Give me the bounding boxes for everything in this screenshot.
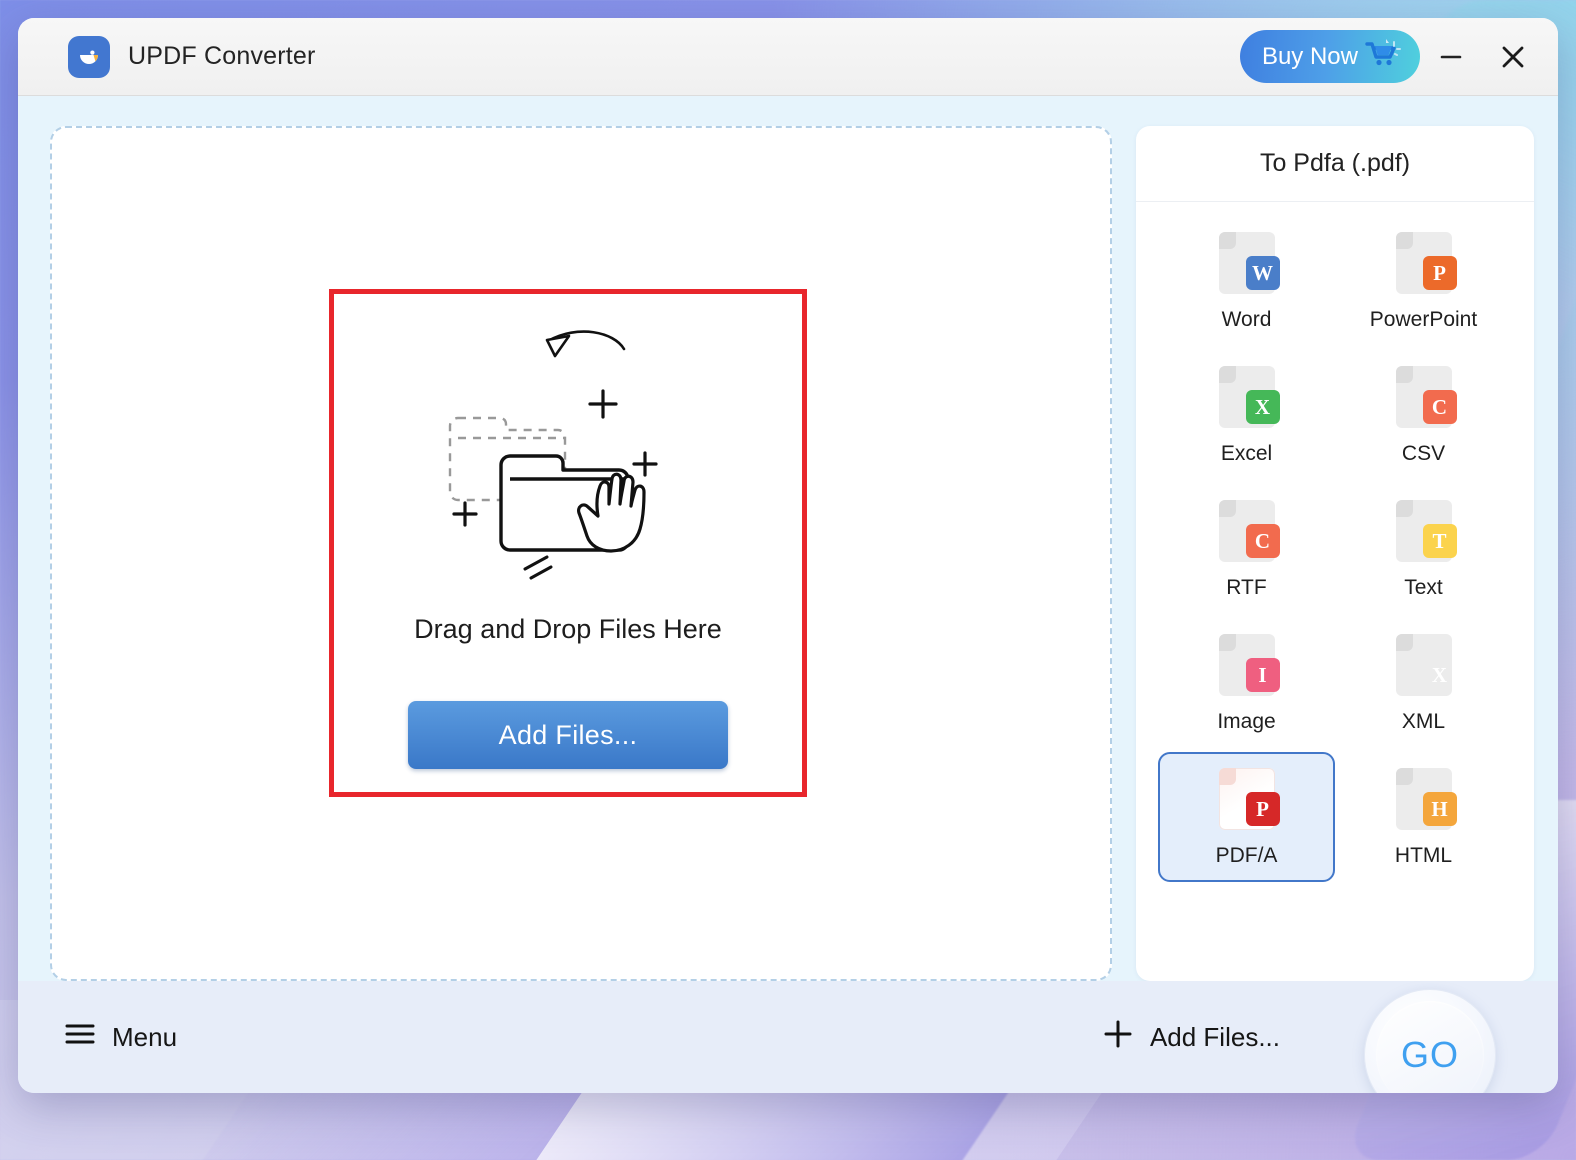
menu-button[interactable]: Menu	[64, 1021, 177, 1054]
shopping-cart-icon	[1364, 38, 1402, 75]
format-option-image[interactable]: I Image	[1158, 618, 1335, 748]
updf-logo-icon	[68, 35, 110, 78]
file-text-icon: T	[1395, 500, 1457, 562]
format-panel-title: To Pdfa (.pdf)	[1136, 126, 1534, 202]
format-label: XML	[1401, 710, 1446, 733]
format-badge: P	[1422, 256, 1457, 290]
format-badge: X	[1431, 662, 1448, 687]
footer-add-files-label: Add Files...	[1149, 1021, 1280, 1052]
file-xml-icon: X	[1395, 634, 1452, 696]
buy-now-label: Buy Now	[1261, 42, 1358, 70]
close-icon	[1502, 46, 1524, 67]
menu-label: Menu	[112, 1021, 178, 1052]
format-badge: T	[1422, 524, 1457, 558]
format-option-powerpoint[interactable]: P PowerPoint	[1335, 216, 1512, 346]
format-option-excel[interactable]: X Excel	[1158, 350, 1335, 480]
buy-now-button[interactable]: Buy Now	[1239, 30, 1420, 83]
format-badge: C	[1422, 390, 1457, 424]
footer-add-files-button[interactable]: Add Files...	[1102, 1018, 1280, 1057]
go-label: GO	[1400, 1034, 1459, 1075]
format-badge: H	[1422, 792, 1457, 826]
format-label: PDF/A	[1215, 844, 1278, 867]
minimize-icon	[1440, 55, 1462, 58]
format-label: CSV	[1401, 442, 1446, 465]
file-excel-icon: X	[1218, 366, 1280, 428]
format-option-pdf-a[interactable]: P PDF/A	[1158, 752, 1335, 882]
format-label: RTF	[1226, 576, 1267, 599]
page-title: UPDF Converter	[128, 42, 316, 70]
main-content: Drag and Drop Files Here Add Files... To…	[18, 96, 1558, 981]
drag-drop-folder-hand-icon	[418, 316, 718, 606]
go-button-wrapper: GO	[1364, 989, 1496, 1093]
footer-toolbar: Menu Add Files... GO	[18, 981, 1558, 1093]
file-pdf-a-icon: P	[1218, 768, 1280, 830]
add-files-button[interactable]: Add Files...	[408, 701, 728, 769]
window-controls: Buy Now	[1239, 26, 1544, 88]
title-bar: UPDF Converter Buy Now	[18, 18, 1558, 96]
format-grid: W Word P PowerPoint X Excel C CSV C RTF T Text I Imag…	[1136, 202, 1534, 981]
plus-icon	[1102, 1018, 1134, 1057]
format-option-text[interactable]: T Text	[1335, 484, 1512, 614]
format-badge: P	[1245, 792, 1280, 826]
file-csv-icon: C	[1395, 366, 1457, 428]
format-option-html[interactable]: H HTML	[1335, 752, 1512, 882]
app-window: UPDF Converter Buy Now Drag and Drop Fil…	[18, 18, 1558, 1093]
file-powerpoint-icon: P	[1395, 232, 1457, 294]
format-label: Image	[1217, 710, 1276, 733]
format-badge: X	[1245, 390, 1280, 424]
format-option-rtf[interactable]: C RTF	[1158, 484, 1335, 614]
close-button[interactable]	[1482, 26, 1544, 88]
drop-instruction-text: Drag and Drop Files Here	[414, 614, 722, 644]
file-image-icon: I	[1218, 634, 1280, 696]
format-label: Word	[1221, 308, 1272, 331]
format-option-csv[interactable]: C CSV	[1335, 350, 1512, 480]
file-html-icon: H	[1395, 768, 1457, 830]
annotation-highlight-box: Drag and Drop Files Here Add Files...	[329, 289, 807, 797]
format-option-word[interactable]: W Word	[1158, 216, 1335, 346]
output-format-panel: To Pdfa (.pdf) W Word P PowerPoint X Excel C CS…	[1136, 126, 1534, 981]
go-button[interactable]: GO	[1364, 989, 1496, 1093]
format-badge: C	[1245, 524, 1280, 558]
format-label: Excel	[1220, 442, 1273, 465]
file-rtf-icon: C	[1218, 500, 1280, 562]
hamburger-menu-icon	[64, 1021, 96, 1054]
format-option-xml[interactable]: X XML	[1335, 618, 1512, 748]
format-label: Text	[1404, 576, 1443, 599]
format-label: PowerPoint	[1369, 308, 1478, 331]
format-badge: I	[1245, 658, 1280, 692]
format-label: HTML	[1394, 844, 1453, 867]
format-badge: W	[1245, 256, 1280, 290]
minimize-button[interactable]	[1420, 26, 1482, 88]
file-drop-zone[interactable]: Drag and Drop Files Here Add Files...	[50, 126, 1112, 981]
file-word-icon: W	[1218, 232, 1280, 294]
